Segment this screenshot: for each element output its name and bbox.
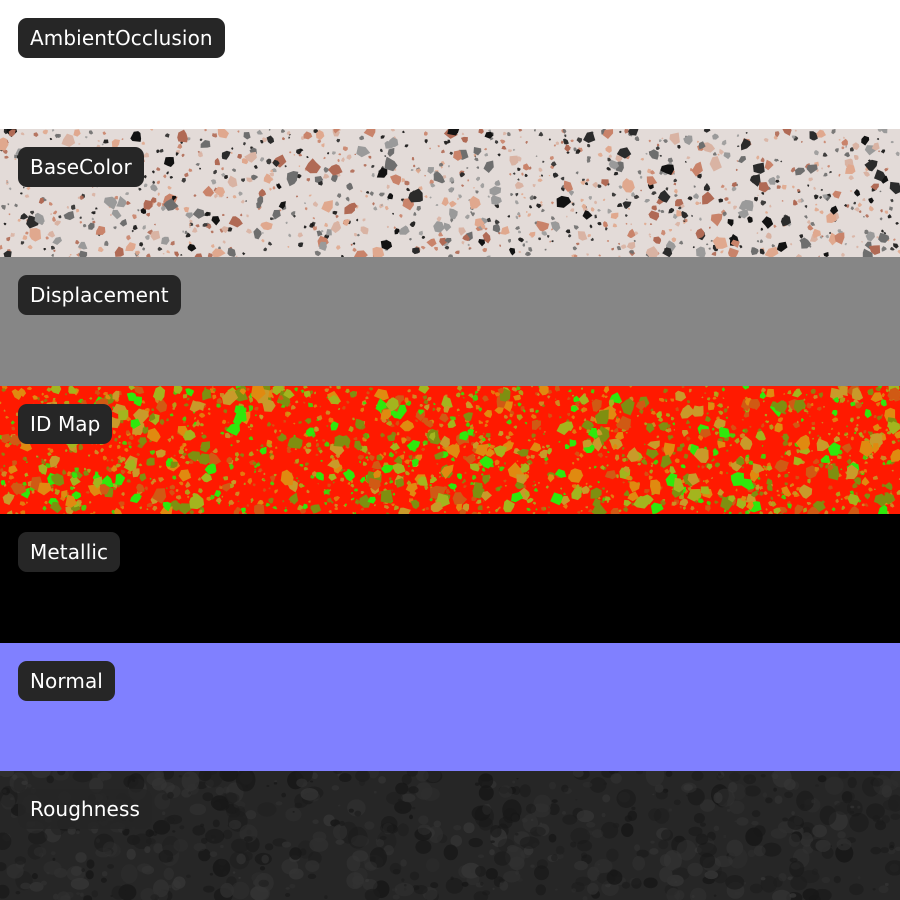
strip-metallic: Metallic	[0, 514, 900, 643]
label-ambient-occlusion: AmbientOcclusion	[18, 18, 225, 58]
strip-normal: Normal	[0, 642, 900, 772]
label-base-color: BaseColor	[18, 146, 144, 187]
strip-base-color: BaseColor	[0, 128, 900, 258]
strip-id-map: ID Map	[0, 385, 900, 515]
strip-ambient-occlusion: AmbientOcclusion	[0, 0, 900, 129]
texture-idmap	[0, 385, 900, 515]
texture-map-strips: AmbientOcclusion BaseColor Displacement …	[0, 0, 900, 900]
label-roughness: Roughness	[18, 789, 153, 830]
strip-displacement: Displacement	[0, 257, 900, 386]
strip-roughness: Roughness	[0, 771, 900, 900]
label-id-map: ID Map	[18, 403, 113, 444]
label-normal: Normal	[18, 660, 115, 701]
label-displacement: Displacement	[18, 275, 181, 316]
label-metallic: Metallic	[18, 532, 121, 573]
